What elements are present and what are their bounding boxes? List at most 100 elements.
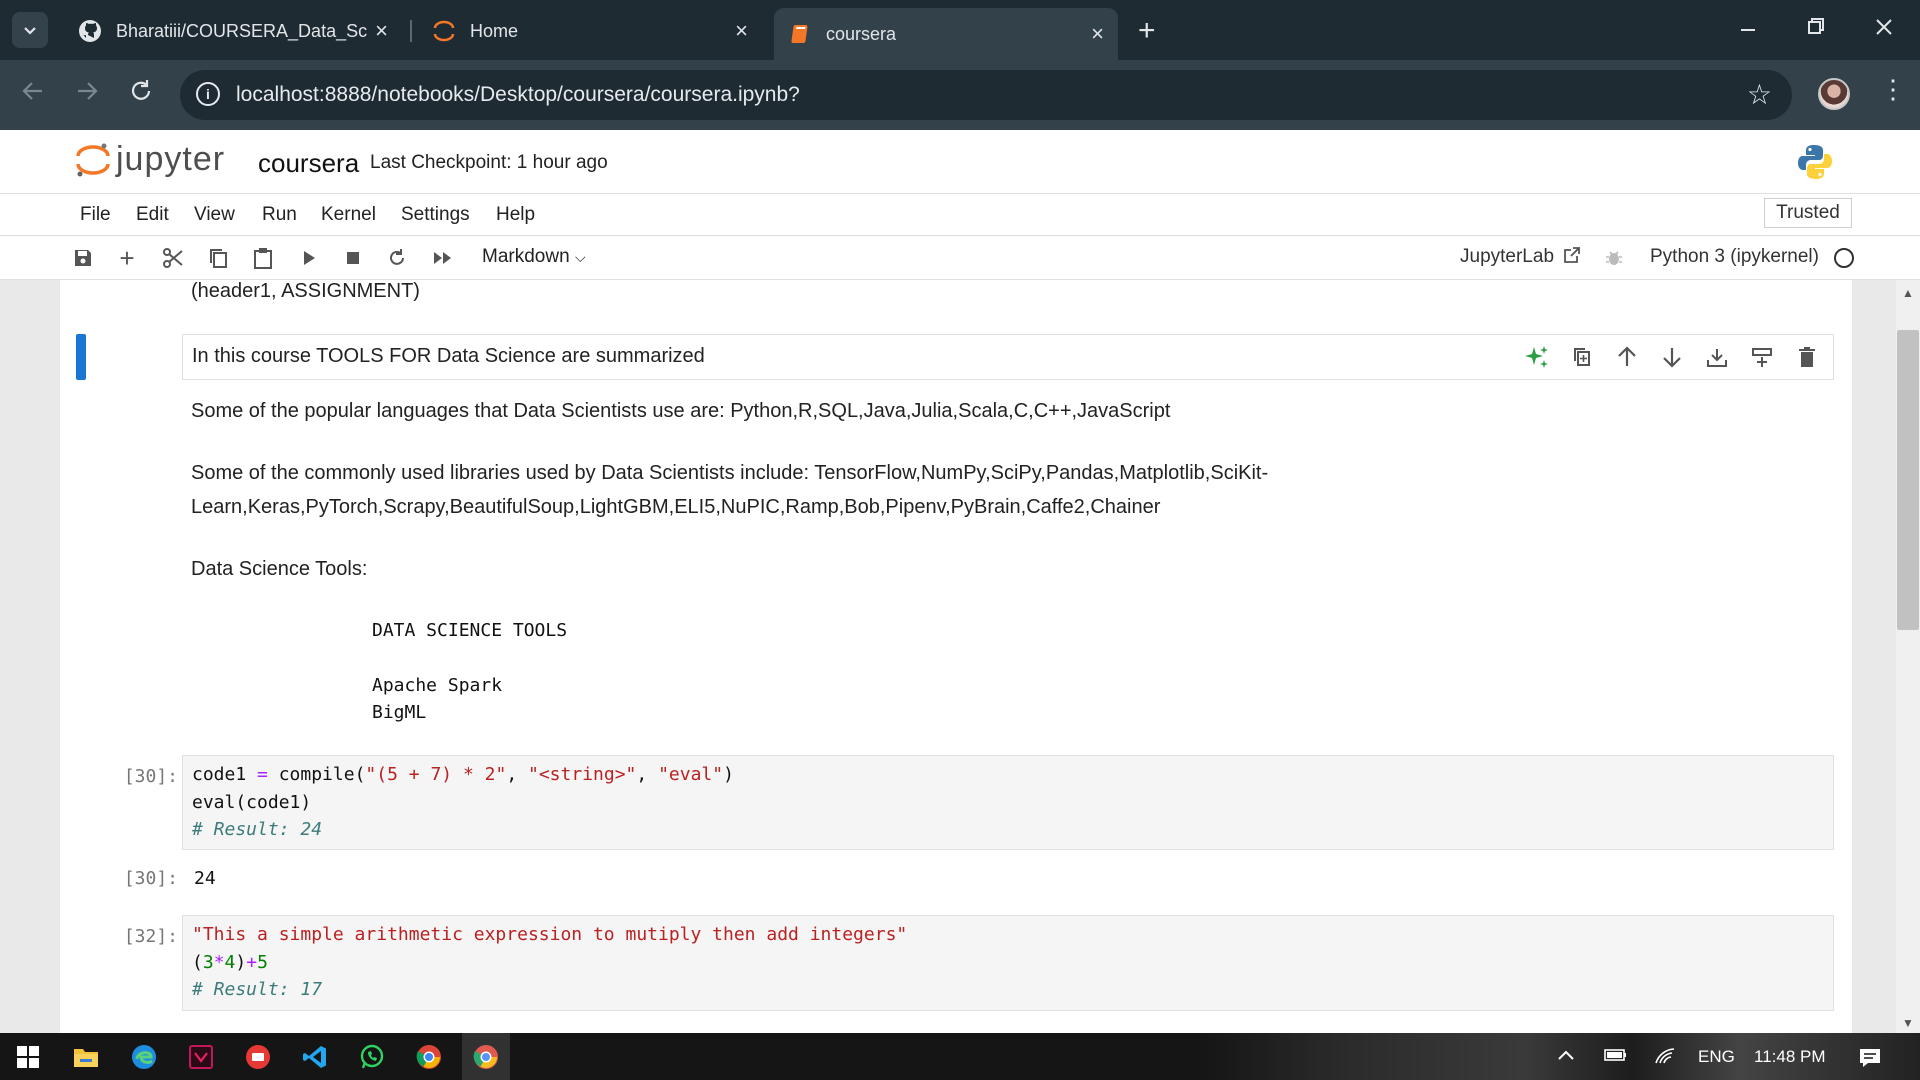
clock[interactable]: 11:48 PM bbox=[1754, 1047, 1826, 1067]
open-jupyterlab-link[interactable]: JupyterLab bbox=[1460, 246, 1581, 268]
code-token: ) bbox=[235, 952, 247, 973]
language-indicator[interactable]: ENG bbox=[1698, 1047, 1735, 1067]
tab-home[interactable]: Home × bbox=[416, 10, 762, 52]
close-icon[interactable]: × bbox=[1091, 22, 1104, 46]
notification-icon bbox=[1860, 1049, 1880, 1067]
trusted-indicator[interactable]: Trusted bbox=[1764, 198, 1852, 228]
code-cell[interactable]: "This a simple arithmetic expression to … bbox=[182, 915, 1834, 1011]
tools-table-header: DATA SCIENCE TOOLS bbox=[372, 620, 568, 641]
markdown-libraries-line2: Learn,Keras,PyTorch,Scrapy,BeautifulSoup… bbox=[191, 496, 1161, 518]
restore-icon bbox=[1808, 18, 1824, 34]
ai-sparkle-button[interactable] bbox=[1523, 343, 1551, 371]
jupyter-logo[interactable]: jupyter bbox=[76, 140, 225, 179]
scroll-down-arrow[interactable]: ▼ bbox=[1902, 1016, 1914, 1030]
output-prompt: [30]: bbox=[123, 868, 178, 889]
save-icon bbox=[75, 250, 91, 266]
interrupt-button[interactable] bbox=[340, 245, 366, 271]
taskbar-edge[interactable] bbox=[128, 1041, 160, 1073]
cell-type-dropdown[interactable]: Markdown ⌵ bbox=[482, 246, 586, 268]
save-button[interactable] bbox=[70, 245, 96, 271]
taskbar-app[interactable] bbox=[185, 1041, 217, 1073]
menu-edit[interactable]: Edit bbox=[136, 204, 169, 226]
wifi-indicator[interactable] bbox=[1654, 1047, 1678, 1070]
reload-button[interactable] bbox=[128, 78, 154, 111]
bug-icon bbox=[1606, 251, 1622, 265]
scrollbar-thumb[interactable] bbox=[1897, 330, 1919, 630]
start-button[interactable] bbox=[12, 1041, 44, 1073]
new-tab-button[interactable]: + bbox=[1138, 14, 1156, 48]
kernel-name[interactable]: Python 3 (ipykernel) bbox=[1650, 246, 1819, 268]
cell-output: 24 bbox=[194, 868, 216, 889]
notebook-title[interactable]: coursera bbox=[258, 148, 359, 179]
taskbar-file-explorer[interactable] bbox=[70, 1041, 102, 1073]
external-link-icon bbox=[1564, 247, 1581, 263]
restart-button[interactable] bbox=[384, 245, 410, 271]
browser-tab-strip: Bharatiii/COURSERA_Data_Scier × Home × c… bbox=[0, 0, 1920, 60]
taskbar-whatsapp[interactable] bbox=[356, 1041, 388, 1073]
chrome-icon bbox=[416, 1045, 441, 1069]
forward-button[interactable] bbox=[74, 78, 100, 111]
url-text[interactable]: localhost:8888/notebooks/Desktop/courser… bbox=[236, 83, 800, 107]
chrome-icon bbox=[473, 1045, 498, 1069]
code-token: * bbox=[213, 952, 225, 973]
taskbar-app[interactable] bbox=[242, 1041, 274, 1073]
restore-button[interactable] bbox=[1806, 10, 1826, 47]
tab-coursera[interactable]: coursera × bbox=[774, 8, 1118, 60]
menu-settings[interactable]: Settings bbox=[401, 204, 470, 226]
scroll-up-arrow[interactable]: ▲ bbox=[1902, 286, 1914, 300]
close-window-button[interactable] bbox=[1874, 10, 1894, 47]
cell-editor-text[interactable]: In this course TOOLS FOR Data Science ar… bbox=[192, 345, 705, 368]
tab-github[interactable]: Bharatiii/COURSERA_Data_Scier × bbox=[62, 10, 402, 52]
duplicate-icon bbox=[1574, 348, 1590, 366]
tray-overflow-button[interactable] bbox=[1556, 1047, 1576, 1068]
bookmark-star-icon[interactable]: ☆ bbox=[1747, 78, 1772, 111]
menu-run[interactable]: Run bbox=[262, 204, 297, 226]
taskbar-chrome-active[interactable] bbox=[462, 1033, 510, 1080]
battery-icon bbox=[1604, 1049, 1626, 1061]
cut-button[interactable] bbox=[160, 245, 186, 271]
cell-type-value: Markdown bbox=[482, 246, 570, 267]
site-info-icon[interactable]: i bbox=[196, 82, 220, 106]
insert-above-button[interactable] bbox=[1703, 343, 1731, 371]
menu-help[interactable]: Help bbox=[496, 204, 535, 226]
tab-search-button[interactable] bbox=[12, 12, 48, 48]
menu-view[interactable]: View bbox=[194, 204, 235, 226]
battery-indicator[interactable] bbox=[1604, 1047, 1628, 1068]
code-cell[interactable]: code1 = compile("(5 + 7) * 2", "<string>… bbox=[182, 755, 1834, 850]
code-token: "(5 + 7) * 2" bbox=[365, 764, 507, 785]
close-icon[interactable]: × bbox=[375, 19, 388, 43]
menu-kernel[interactable]: Kernel bbox=[321, 204, 376, 226]
jupyter-wordmark: jupyter bbox=[116, 140, 226, 178]
duplicate-cell-button[interactable] bbox=[1568, 343, 1596, 371]
restart-icon bbox=[390, 249, 404, 265]
notification-button[interactable] bbox=[1858, 1047, 1882, 1074]
profile-avatar[interactable] bbox=[1818, 78, 1850, 110]
active-markdown-cell[interactable]: In this course TOOLS FOR Data Science ar… bbox=[182, 334, 1834, 380]
debugger-button[interactable] bbox=[1601, 245, 1627, 271]
close-icon[interactable]: × bbox=[735, 19, 748, 43]
browser-menu-icon[interactable]: ⋮ bbox=[1880, 74, 1906, 105]
add-cell-button[interactable]: + bbox=[114, 243, 140, 273]
delete-cell-button[interactable] bbox=[1793, 343, 1821, 371]
taskbar-vscode[interactable] bbox=[299, 1041, 331, 1073]
taskbar-chrome[interactable] bbox=[413, 1041, 445, 1073]
paste-button[interactable] bbox=[250, 245, 276, 271]
move-up-button[interactable] bbox=[1613, 343, 1641, 371]
insert-below-button[interactable] bbox=[1748, 343, 1776, 371]
code-token: , bbox=[506, 764, 528, 785]
wifi-icon bbox=[1655, 1048, 1675, 1064]
menu-file[interactable]: File bbox=[80, 204, 111, 226]
run-button[interactable] bbox=[296, 245, 322, 271]
whatsapp-icon bbox=[360, 1044, 384, 1069]
move-down-button[interactable] bbox=[1658, 343, 1686, 371]
minimize-button[interactable] bbox=[1738, 10, 1758, 47]
close-icon bbox=[1876, 19, 1892, 35]
back-button[interactable] bbox=[20, 78, 46, 111]
scissors-icon bbox=[163, 248, 183, 268]
restart-run-all-button[interactable] bbox=[430, 245, 456, 271]
copy-button[interactable] bbox=[205, 245, 231, 271]
address-bar[interactable]: i localhost:8888/notebooks/Desktop/cours… bbox=[180, 70, 1792, 120]
markdown-languages: Some of the popular languages that Data … bbox=[191, 400, 1171, 422]
vscode-icon bbox=[303, 1046, 326, 1068]
tab-title: coursera bbox=[826, 23, 897, 44]
